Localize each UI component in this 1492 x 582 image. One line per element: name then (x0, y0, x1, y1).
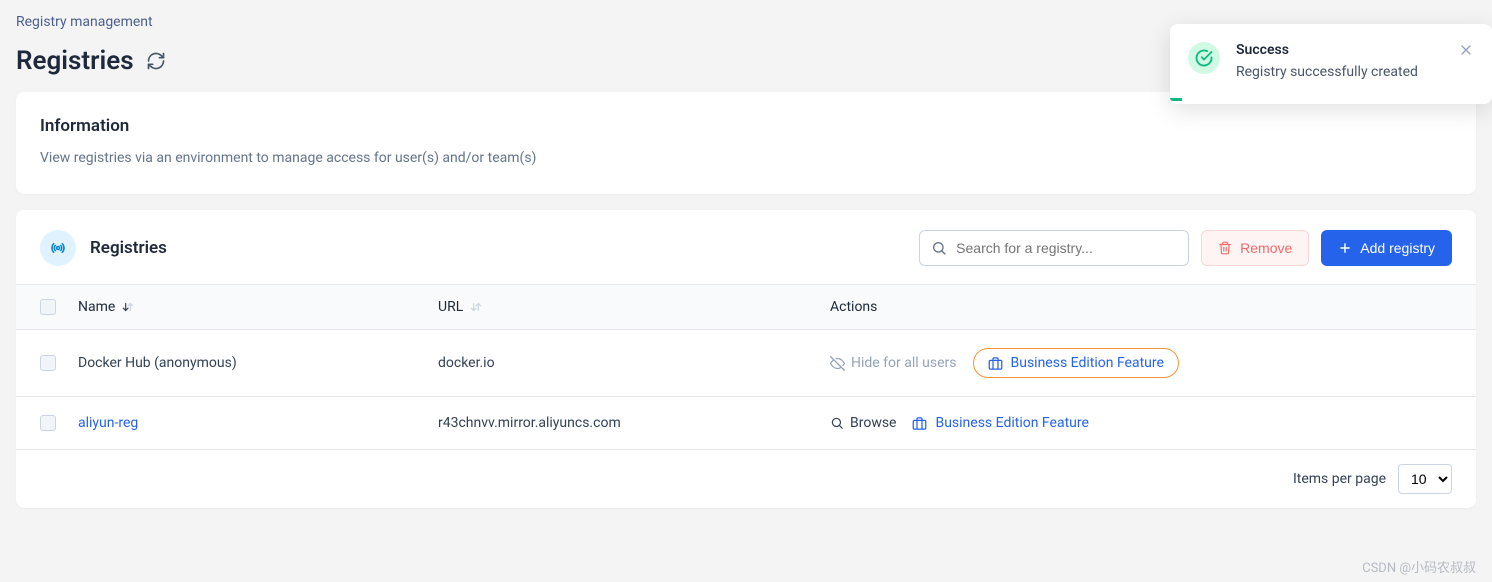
success-toast: Success Registry successfully created (1170, 24, 1492, 104)
eye-off-icon (830, 356, 845, 371)
page-title: Registries (16, 46, 134, 76)
registry-name: Docker Hub (anonymous) (78, 355, 237, 371)
table-header: Name URL Actions (16, 284, 1476, 330)
check-circle-icon (1188, 42, 1220, 74)
search-wrapper (919, 230, 1189, 266)
toast-title: Success (1236, 42, 1442, 58)
toast-body: Success Registry successfully created (1236, 42, 1442, 83)
briefcase-icon (912, 416, 927, 431)
trash-icon (1218, 241, 1232, 255)
remove-button-label: Remove (1240, 240, 1292, 256)
briefcase-icon (988, 356, 1003, 371)
table-row: Docker Hub (anonymous) docker.io Hide fo… (16, 330, 1476, 397)
bef-label: Business Edition Feature (1011, 355, 1164, 371)
row-checkbox[interactable] (40, 415, 56, 431)
hide-label: Hide for all users (851, 355, 957, 371)
registries-header: Registries Remove Add registry (16, 210, 1476, 284)
select-all-checkbox[interactable] (40, 299, 56, 315)
table-footer: Items per page 10 (16, 450, 1476, 508)
registries-header-actions: Remove Add registry (919, 230, 1452, 266)
table-row: aliyun-reg r43chnvv.mirror.aliyuncs.com … (16, 397, 1476, 450)
registry-url: r43chnvv.mirror.aliyuncs.com (438, 415, 621, 431)
broadcast-icon (40, 230, 76, 266)
hide-for-all-users-action: Hide for all users (830, 355, 957, 371)
plus-icon (1338, 241, 1352, 255)
row-checkbox[interactable] (40, 355, 56, 371)
sort-icon (121, 300, 135, 314)
toast-message: Registry successfully created (1236, 62, 1442, 83)
search-input[interactable] (919, 230, 1189, 266)
column-header-url[interactable]: URL (438, 299, 830, 315)
column-actions-label: Actions (830, 299, 877, 315)
refresh-icon[interactable] (146, 51, 166, 71)
registry-url: docker.io (438, 355, 495, 371)
remove-button[interactable]: Remove (1201, 230, 1309, 266)
column-name-label: Name (78, 299, 115, 315)
business-edition-feature-link[interactable]: Business Edition Feature (912, 415, 1088, 431)
browse-action[interactable]: Browse (830, 415, 896, 431)
close-icon[interactable] (1458, 42, 1474, 58)
information-title: Information (40, 116, 1452, 136)
items-per-page-select[interactable]: 10 (1398, 464, 1452, 494)
registries-panel: Registries Remove Add registry (16, 210, 1476, 508)
add-registry-button-label: Add registry (1360, 240, 1435, 256)
toast-progress-bar (1170, 98, 1182, 101)
business-edition-feature-button[interactable]: Business Edition Feature (973, 348, 1179, 378)
search-icon (830, 416, 844, 430)
browse-label: Browse (850, 415, 896, 431)
sort-icon (469, 300, 483, 314)
registry-name-link[interactable]: aliyun-reg (78, 415, 138, 431)
information-panel: Information View registries via an envir… (16, 92, 1476, 194)
add-registry-button[interactable]: Add registry (1321, 230, 1452, 266)
items-per-page-label: Items per page (1293, 471, 1386, 487)
search-icon (931, 240, 947, 256)
bef-label: Business Edition Feature (935, 415, 1088, 431)
registries-title: Registries (90, 238, 905, 258)
watermark: CSDN @小码农叔叔 (1362, 557, 1476, 576)
information-description: View registries via an environment to ma… (40, 150, 1452, 166)
column-header-name[interactable]: Name (78, 299, 438, 315)
column-url-label: URL (438, 299, 463, 315)
column-header-actions: Actions (830, 299, 1452, 315)
